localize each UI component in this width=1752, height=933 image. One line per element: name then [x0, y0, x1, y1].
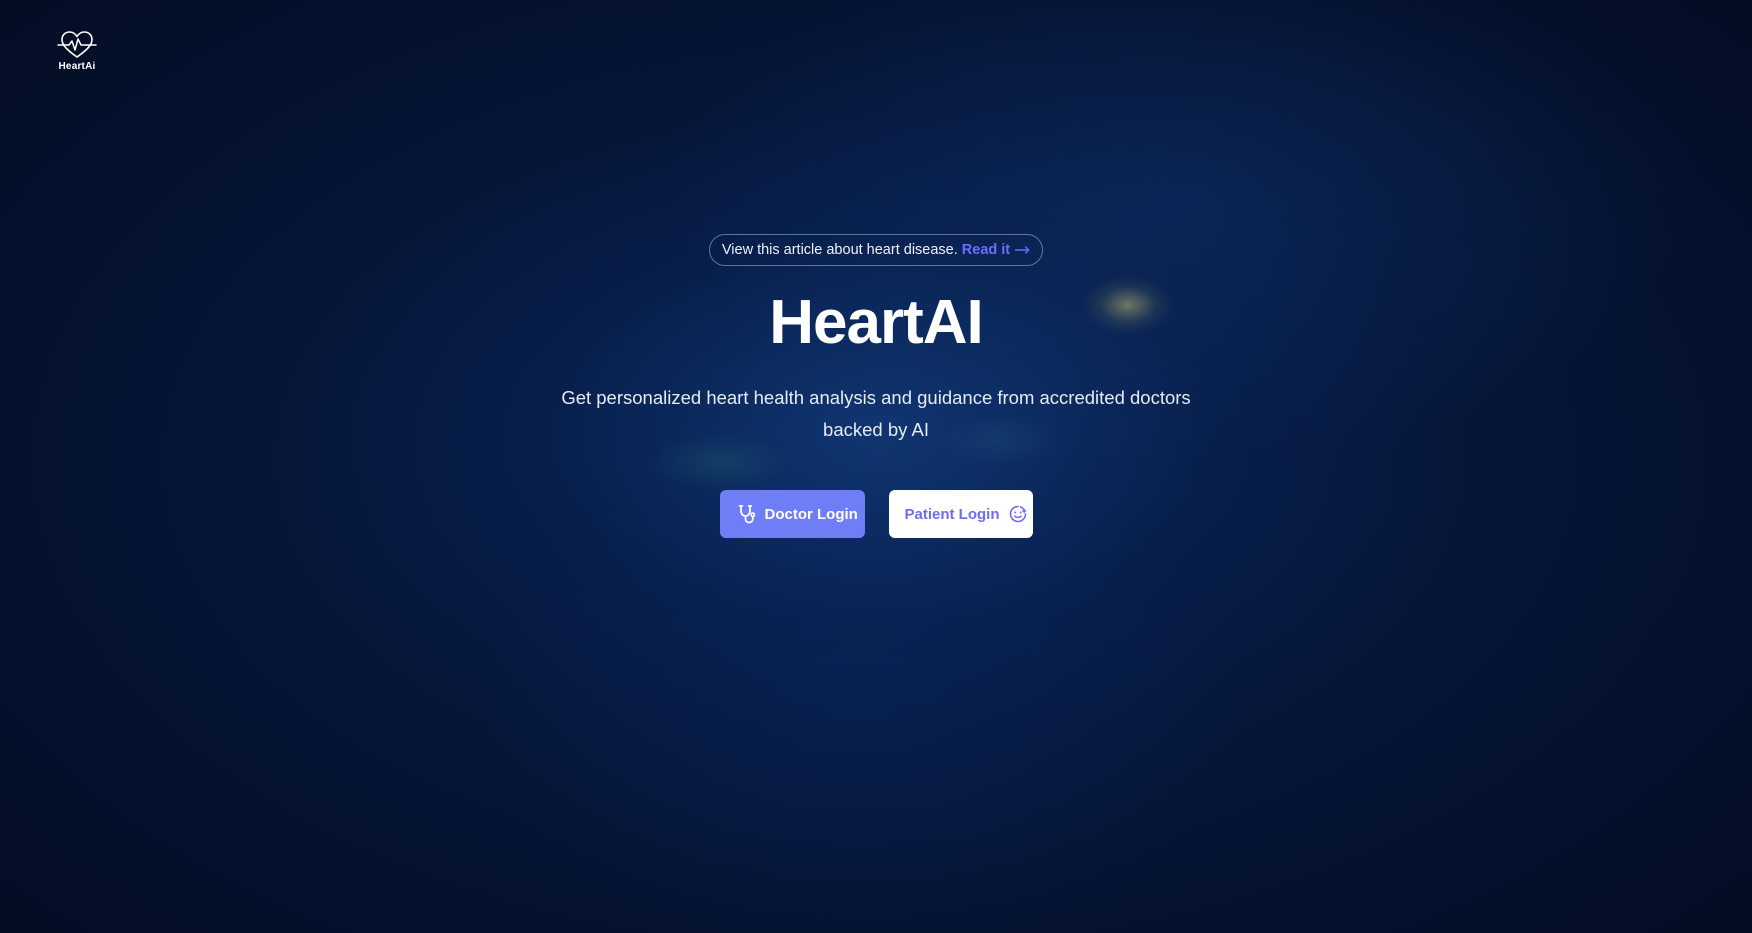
logo[interactable]: HeartAi — [56, 30, 98, 72]
page-title: HeartAI — [769, 288, 984, 357]
patient-face-icon — [1009, 505, 1027, 523]
hero-section: View this article about heart disease. R… — [0, 234, 1752, 538]
logo-text: HeartAi — [58, 61, 96, 72]
announcement-text: View this article about heart disease. — [721, 242, 958, 258]
heart-pulse-icon — [57, 30, 97, 60]
page-subtitle: Get personalized heart health analysis a… — [561, 387, 1191, 440]
patient-login-label: Patient Login — [904, 505, 1000, 523]
doctor-login-label: Doctor Login — [764, 505, 858, 523]
doctor-login-button[interactable]: Doctor Login — [719, 490, 865, 538]
read-article-link[interactable]: Read it — [962, 242, 1030, 258]
stethoscope-icon — [738, 504, 756, 524]
read-it-label: Read it — [961, 242, 1011, 258]
announcement-pill: View this article about heart disease. R… — [708, 234, 1044, 266]
patient-login-button[interactable]: Patient Login — [888, 490, 1033, 538]
arrow-right-icon — [1015, 246, 1030, 254]
login-actions: Doctor Login Patient Login — [719, 490, 1033, 538]
